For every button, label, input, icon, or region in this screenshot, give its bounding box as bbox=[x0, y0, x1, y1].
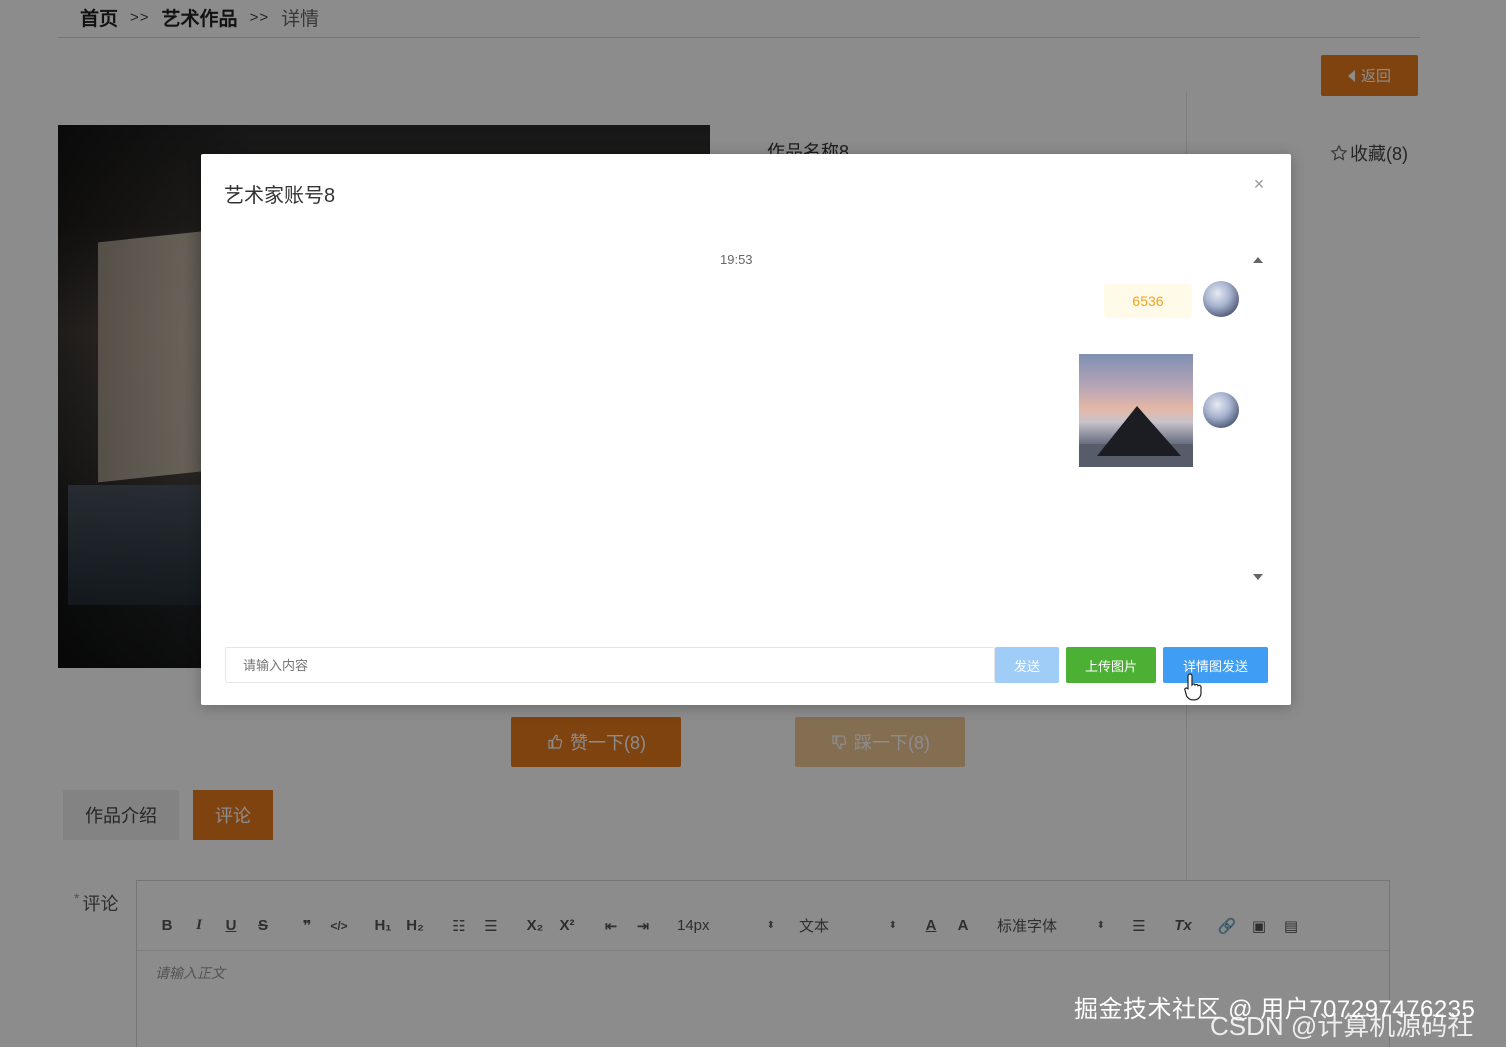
message-input[interactable] bbox=[225, 647, 995, 683]
message-timestamp: 19:53 bbox=[720, 252, 753, 267]
close-icon[interactable]: × bbox=[1251, 175, 1267, 193]
scroll-up-icon[interactable] bbox=[1253, 257, 1263, 263]
image-rock bbox=[1097, 406, 1181, 456]
watermark: CSDN @计算机源码社 bbox=[1210, 1011, 1474, 1041]
hand-cursor-icon bbox=[1184, 673, 1202, 701]
chat-modal: 艺术家账号8 × 19:53 6536 发送 上传图片 详情图发送 bbox=[201, 154, 1291, 705]
avatar bbox=[1203, 392, 1239, 428]
detail-image-send-button[interactable]: 详情图发送 bbox=[1163, 647, 1268, 683]
message-image[interactable] bbox=[1079, 354, 1193, 467]
send-button[interactable]: 发送 bbox=[995, 647, 1059, 683]
message-bubble: 6536 bbox=[1104, 284, 1192, 318]
upload-image-button[interactable]: 上传图片 bbox=[1066, 647, 1156, 683]
scroll-down-icon[interactable] bbox=[1253, 574, 1263, 580]
avatar bbox=[1203, 281, 1239, 317]
modal-title: 艺术家账号8 bbox=[224, 185, 336, 207]
